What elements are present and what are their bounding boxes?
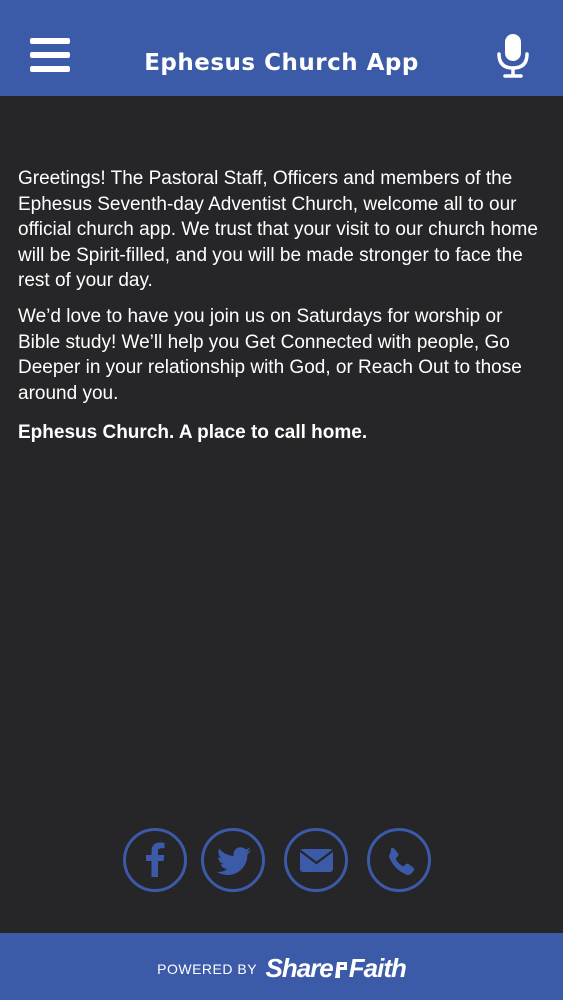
email-button[interactable] <box>284 828 348 892</box>
phone-icon <box>389 847 415 875</box>
welcome-paragraph-2: We’d love to have you join us on Saturda… <box>18 305 522 404</box>
welcome-paragraph-1: Greetings! The Pastoral Staff, Officers … <box>18 168 538 292</box>
footer-bar: POWERED BY Share Faith <box>0 933 563 1000</box>
flag-icon <box>334 962 347 978</box>
twitter-button[interactable] <box>201 828 265 892</box>
sharefaith-logo-part2: Faith <box>348 953 407 983</box>
social-links <box>0 828 563 898</box>
app-title: Ephesus Church App <box>144 50 419 76</box>
email-icon <box>299 849 334 872</box>
sharefaith-logo: Share Faith <box>265 953 407 984</box>
microphone-icon[interactable] <box>496 33 530 79</box>
facebook-button[interactable] <box>123 828 187 892</box>
top-bar: Ephesus Church App <box>0 0 563 96</box>
sharefaith-logo-part1: Share <box>265 953 333 983</box>
welcome-content: Greetings! The Pastoral Staff, Officers … <box>18 166 545 456</box>
church-tagline: Ephesus Church. A place to call home. <box>18 422 368 444</box>
facebook-icon <box>146 842 165 877</box>
powered-by-badge[interactable]: POWERED BY Share Faith <box>0 953 563 983</box>
phone-button[interactable] <box>367 828 431 892</box>
twitter-icon <box>216 847 251 875</box>
app-screen: Ephesus Church App Greetings! The Pastor… <box>0 0 563 1000</box>
powered-by-label: POWERED BY <box>157 960 258 977</box>
